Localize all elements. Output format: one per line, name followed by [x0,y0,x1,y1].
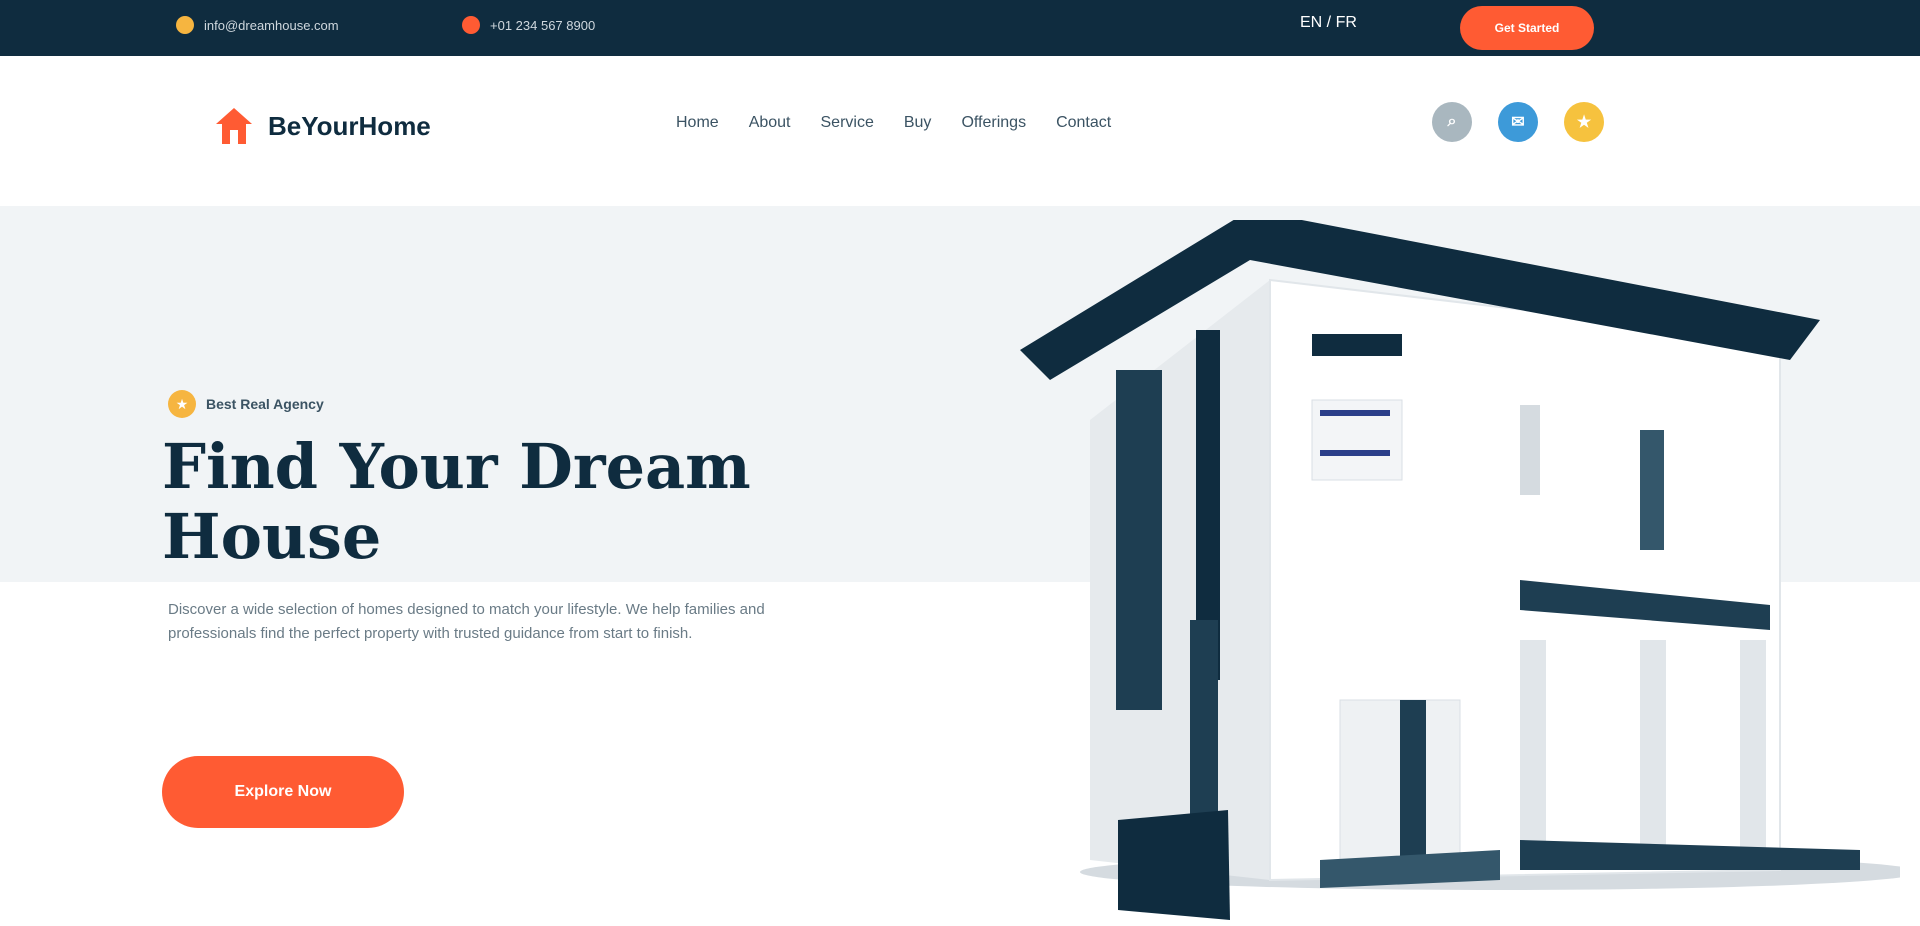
badge-text: Best Real Agency [206,396,324,412]
chat-icon[interactable]: ✉ [1498,102,1538,142]
house-illustration [1020,220,1900,920]
nav-home[interactable]: Home [676,114,719,132]
logo-text: BeYourHome [268,110,431,141]
phone-icon [462,16,480,34]
nav-service[interactable]: Service [821,114,874,132]
nav-buy[interactable]: Buy [904,114,932,132]
mail-icon [176,16,194,34]
nav-about[interactable]: About [749,114,791,132]
phone-text: +01 234 567 8900 [490,17,596,33]
hero-description: Discover a wide selection of homes desig… [168,601,765,642]
hero-title: Find Your Dream House [162,430,751,573]
house-logo-icon [216,108,252,144]
language-switcher[interactable]: EN / FR [1300,14,1357,32]
nav-contact[interactable]: Contact [1056,114,1111,132]
email-text: info@dreamhouse.com [204,17,339,33]
badge-star-icon: ★ [168,390,196,418]
star-icon[interactable]: ★ [1564,102,1604,142]
site-logo[interactable]: BeYourHome [212,104,431,148]
get-started-button[interactable]: Get Started [1460,6,1594,50]
top-bar: info@dreamhouse.com +01 234 567 8900 EN … [0,0,1920,56]
email-info[interactable]: info@dreamhouse.com [176,16,339,34]
header-actions: ⌕ ✉ ★ [1432,102,1604,142]
search-icon[interactable]: ⌕ [1432,102,1472,142]
main-nav: Home About Service Buy Offerings Contact [676,114,1111,132]
phone-info[interactable]: +01 234 567 8900 [462,16,595,34]
hero-badge: ★ Best Real Agency [168,390,324,418]
nav-offerings[interactable]: Offerings [961,114,1026,132]
explore-button[interactable]: Explore Now [162,756,404,828]
